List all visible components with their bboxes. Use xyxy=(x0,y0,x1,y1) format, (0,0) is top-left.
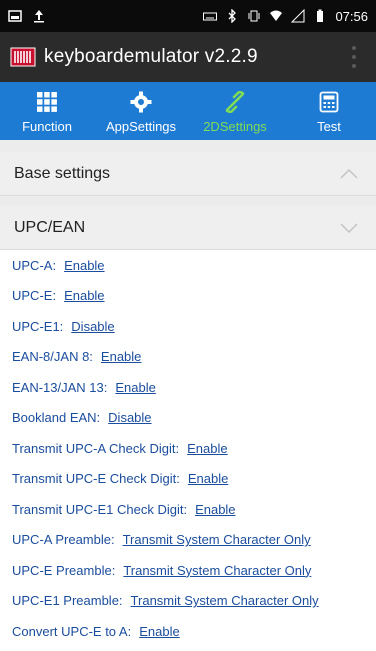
setting-row: UPC-E1 Preamble: Transmit System Characte… xyxy=(0,586,376,617)
tab-test[interactable]: Test xyxy=(282,82,376,140)
vibrate-icon xyxy=(248,10,260,22)
setting-row: UPC-A: Enable xyxy=(0,250,376,281)
tab-2dsettings[interactable]: 2DSettings xyxy=(188,82,282,140)
status-bar: 07:56 xyxy=(0,0,376,32)
grid-icon xyxy=(37,92,57,112)
tab-function[interactable]: Function xyxy=(0,82,94,140)
setting-value-link[interactable]: Enable xyxy=(187,441,227,456)
keyboard-icon xyxy=(203,12,218,21)
setting-label: UPC-A Preamble: xyxy=(12,532,115,548)
setting-value-link[interactable]: Enable xyxy=(139,624,179,639)
app-bar: keyboardemulator v2.2.9 xyxy=(0,32,376,82)
gear-icon xyxy=(130,91,152,113)
setting-row: EAN-13/JAN 13: Enable xyxy=(0,372,376,403)
upload-icon xyxy=(34,10,44,23)
setting-row: EAN-8/JAN 8: Enable xyxy=(0,342,376,373)
tab-bar: Function AppSettings 2DSettings Test xyxy=(0,82,376,140)
app-logo-icon xyxy=(10,47,36,67)
app-title: keyboardemulator v2.2.9 xyxy=(44,46,258,67)
setting-label: Transmit UPC-E1 Check Digit: xyxy=(12,501,188,517)
upc-ean-settings-list: UPC-A: Enable UPC-E: Enable UPC-E1: Disable… xyxy=(0,250,376,647)
setting-row: UPC-A Preamble: Transmit System Character… xyxy=(0,525,376,556)
setting-value-link[interactable]: Enable xyxy=(195,502,235,517)
setting-label: EAN-13/JAN 13: xyxy=(12,379,108,395)
image-notification-icon xyxy=(8,10,22,22)
setting-label: UPC-E Preamble: xyxy=(12,562,116,578)
tab-2dsettings-label: 2DSettings xyxy=(203,119,267,134)
setting-row: Convert UPC-E to A: Enable xyxy=(0,616,376,647)
setting-label: UPC-E: xyxy=(12,288,57,304)
section-separator xyxy=(0,196,376,206)
status-time: 07:56 xyxy=(335,8,368,24)
setting-row: Transmit UPC-E Check Digit: Enable xyxy=(0,464,376,495)
setting-value-link[interactable]: Enable xyxy=(101,349,141,364)
setting-row: Transmit UPC-E1 Check Digit: Enable xyxy=(0,494,376,525)
setting-label: Transmit UPC-A Check Digit: xyxy=(12,440,180,456)
setting-row: UPC-E1: Disable xyxy=(0,311,376,342)
setting-value-link[interactable]: Enable xyxy=(115,380,155,395)
tab-appsettings-label: AppSettings xyxy=(105,119,177,134)
base-settings-title: Base settings xyxy=(14,164,111,182)
upc-ean-header[interactable]: UPC/EAN xyxy=(0,206,376,250)
setting-label: UPC-E1 Preamble: xyxy=(12,593,123,609)
overflow-menu-icon[interactable] xyxy=(352,46,358,68)
chevron-down-icon xyxy=(340,222,358,233)
setting-label: Bookland EAN: xyxy=(12,410,101,426)
setting-label: Transmit UPC-E Check Digit: xyxy=(12,471,180,487)
setting-value-link[interactable]: Disable xyxy=(71,319,114,334)
setting-label: UPC-A: xyxy=(12,257,57,273)
tab-function-label: Function xyxy=(22,119,72,134)
section-gap xyxy=(0,140,376,152)
upc-ean-title: UPC/EAN xyxy=(14,218,86,236)
wifi-icon xyxy=(270,10,283,21)
tab-test-label: Test xyxy=(317,119,341,134)
setting-value-link[interactable]: Disable xyxy=(108,410,151,425)
setting-label: UPC-E1: xyxy=(12,318,64,334)
setting-value-link[interactable]: Enable xyxy=(188,471,228,486)
chevron-up-icon xyxy=(340,168,358,179)
base-settings-header[interactable]: Base settings xyxy=(0,152,376,196)
signal-icon xyxy=(291,9,305,23)
setting-value-link[interactable]: Enable xyxy=(64,258,104,273)
tab-appsettings[interactable]: AppSettings xyxy=(94,82,188,140)
calculator-icon xyxy=(319,91,339,113)
setting-value-link[interactable]: Transmit System Character Only xyxy=(123,563,311,578)
battery-icon xyxy=(317,9,324,22)
setting-label: Convert UPC-E to A: xyxy=(12,623,132,639)
setting-row: Transmit UPC-A Check Digit: Enable xyxy=(0,433,376,464)
setting-row: UPC-E Preamble: Transmit System Character… xyxy=(0,555,376,586)
setting-value-link[interactable]: Transmit System Character Only xyxy=(123,532,311,547)
setting-row: Bookland EAN: Disable xyxy=(0,403,376,434)
setting-row: UPC-E: Enable xyxy=(0,281,376,312)
setting-value-link[interactable]: Transmit System Character Only xyxy=(131,593,319,608)
link-icon xyxy=(225,91,245,113)
setting-value-link[interactable]: Enable xyxy=(64,288,104,303)
bluetooth-icon xyxy=(228,9,237,23)
setting-label: EAN-8/JAN 8: xyxy=(12,349,93,365)
